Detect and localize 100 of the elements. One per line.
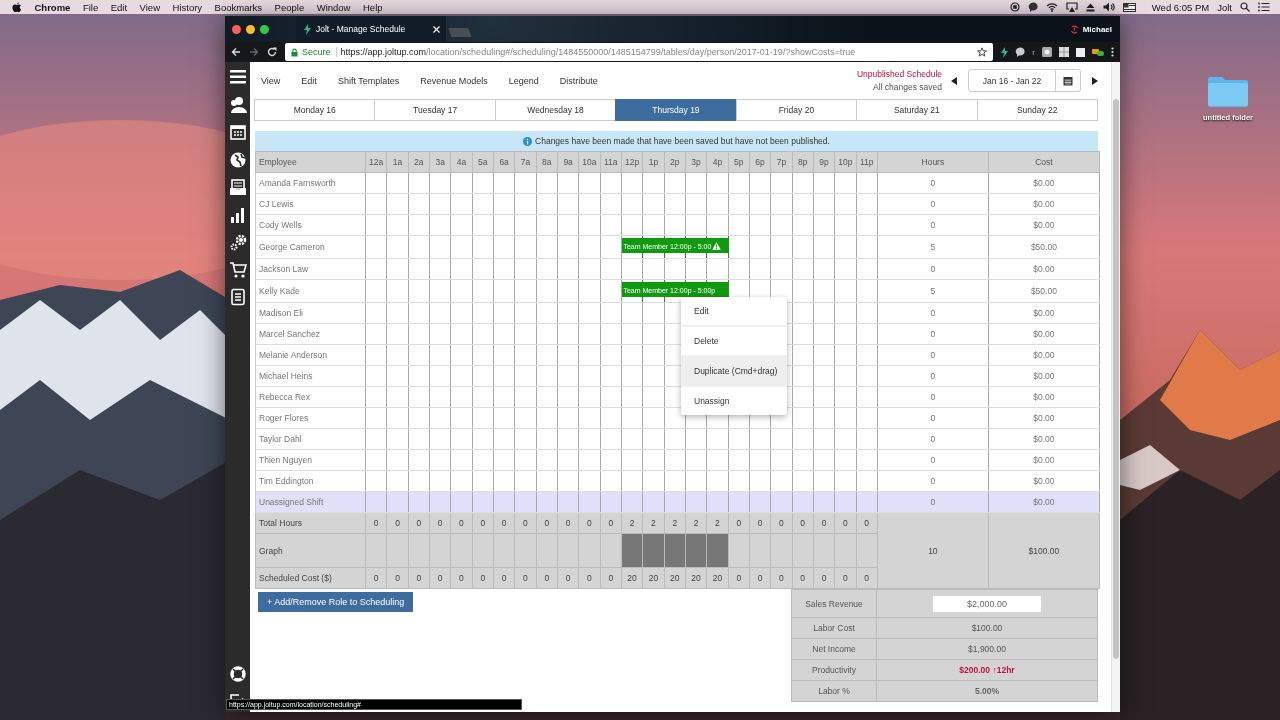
time-slot[interactable]: [493, 235, 515, 259]
address-bar[interactable]: Secure https://app.joltup.com/location/scheduling#/scheduling/1484550000/1485154799/tables/day/person/2017-01-19/?showCosts=true: [285, 43, 994, 61]
time-slot[interactable]: [536, 279, 558, 303]
bolt-icon[interactable]: [1001, 46, 1009, 58]
close-button[interactable]: [232, 24, 241, 34]
folder-icon[interactable]: [1207, 76, 1249, 107]
search-icon[interactable]: [1240, 2, 1250, 12]
day-tab[interactable]: Thursday 19: [615, 99, 737, 121]
user-menu[interactable]: Jolt: [1217, 1, 1232, 13]
time-slot[interactable]: [386, 279, 409, 303]
profile-button[interactable]: Michael: [1069, 24, 1112, 34]
document-icon[interactable]: [228, 288, 247, 306]
menu-item[interactable]: Distribute: [559, 75, 598, 86]
menu-item[interactable]: Revenue Models: [420, 75, 488, 86]
time-slot[interactable]: [834, 235, 857, 259]
time-slot[interactable]: [600, 235, 622, 259]
more-icon[interactable]: [1111, 47, 1114, 57]
calendar-icon[interactable]: [228, 123, 247, 141]
menu-item[interactable]: Window: [316, 1, 351, 13]
time-slot[interactable]: [600, 279, 622, 303]
extension-button[interactable]: r: [1032, 47, 1035, 57]
flag-icon[interactable]: [1122, 2, 1136, 12]
menu-item[interactable]: File: [82, 1, 99, 13]
zoom-button[interactable]: [260, 24, 269, 34]
cart-icon[interactable]: [228, 260, 247, 279]
chat-bubble-icon[interactable]: [1027, 2, 1038, 12]
time-slot[interactable]: [813, 279, 835, 303]
record-icon[interactable]: [1009, 2, 1020, 12]
time-slot[interactable]: [856, 235, 878, 259]
app-menu[interactable]: Chrome: [34, 1, 71, 13]
time-slot[interactable]: [578, 279, 601, 303]
menu-item[interactable]: View: [261, 75, 281, 86]
menu-item[interactable]: Duplicate (Cmd+drag): [681, 355, 787, 385]
menu-item[interactable]: Legend: [508, 75, 539, 86]
menu-icon[interactable]: [228, 68, 247, 86]
apple-icon[interactable]: [12, 1, 22, 13]
time-slot[interactable]: [578, 235, 601, 259]
eject-icon[interactable]: [1085, 2, 1095, 12]
caret-left-icon[interactable]: [951, 76, 957, 85]
bar-chart-icon[interactable]: [228, 205, 247, 224]
day-tab[interactable]: Saturday 21: [856, 99, 978, 121]
menu-item[interactable]: Edit: [681, 297, 787, 325]
day-tab[interactable]: Sunday 22: [976, 99, 1098, 121]
tray-icon[interactable]: [228, 178, 247, 196]
time-slot[interactable]: [792, 235, 814, 259]
time-slot[interactable]: [472, 279, 494, 303]
time-slot[interactable]: [450, 235, 473, 259]
time-slot[interactable]: [728, 235, 750, 259]
wifi-icon[interactable]: [1045, 2, 1058, 12]
time-slot[interactable]: [450, 279, 473, 303]
time-slot[interactable]: [749, 235, 771, 259]
menu-item[interactable]: View: [139, 1, 160, 13]
close-icon[interactable]: [433, 25, 440, 33]
forward-arrow-icon[interactable]: [249, 47, 259, 57]
time-slot[interactable]: [386, 235, 409, 259]
menu-item[interactable]: Unassign: [681, 385, 787, 415]
back-arrow-icon[interactable]: [231, 47, 241, 57]
time-slot[interactable]: [429, 279, 451, 303]
list-icon[interactable]: [1258, 2, 1270, 12]
reload-icon[interactable]: [267, 47, 277, 57]
menu-item[interactable]: People: [274, 1, 305, 13]
menu-item[interactable]: Edit: [110, 1, 128, 13]
volume-icon[interactable]: [1102, 2, 1115, 12]
browser-tab[interactable]: Jolt - Manage Schedule: [296, 16, 446, 42]
time-slot[interactable]: [770, 235, 793, 259]
toggle-icon[interactable]: [1092, 47, 1104, 57]
time-slot[interactable]: [792, 279, 814, 303]
day-tab[interactable]: Friday 20: [735, 99, 858, 121]
day-tab[interactable]: Wednesday 18: [494, 99, 617, 121]
time-slot[interactable]: [408, 279, 430, 303]
menu-item[interactable]: History: [172, 1, 203, 13]
extension-icon[interactable]: [1042, 47, 1052, 57]
caret-right-icon[interactable]: [1092, 76, 1098, 85]
day-tab[interactable]: Monday 16: [254, 99, 376, 121]
users-icon[interactable]: [228, 95, 247, 114]
menu-item[interactable]: Edit: [301, 75, 317, 86]
chat-bubble-icon[interactable]: [1015, 47, 1026, 57]
time-slot[interactable]: [493, 279, 515, 303]
menu-item[interactable]: Help: [363, 1, 383, 13]
gears-icon[interactable]: [228, 233, 247, 251]
globe-icon[interactable]: [228, 150, 247, 169]
clock[interactable]: Wed 6:05 PM: [1151, 1, 1210, 13]
time-slot[interactable]: [514, 279, 537, 303]
star-icon[interactable]: [977, 47, 988, 57]
time-slot[interactable]: [557, 279, 579, 303]
revenue-input[interactable]: $2,000.00: [933, 595, 1041, 612]
scrollbar-thumb[interactable]: [1113, 99, 1119, 659]
time-slot[interactable]: [472, 235, 494, 259]
menu-item[interactable]: Bookmarks: [214, 1, 263, 13]
lifebuoy-icon[interactable]: [228, 664, 247, 683]
time-slot[interactable]: [834, 279, 857, 303]
time-slot[interactable]: [408, 235, 430, 259]
time-slot[interactable]: [365, 279, 387, 303]
time-slot[interactable]: [557, 235, 579, 259]
minimize-button[interactable]: [246, 24, 255, 34]
day-tab[interactable]: Tuesday 17: [374, 99, 496, 121]
menu-item[interactable]: Shift Templates: [337, 75, 400, 86]
time-slot[interactable]: [365, 235, 387, 259]
square-icon[interactable]: [1076, 47, 1085, 57]
time-slot[interactable]: [536, 235, 558, 259]
